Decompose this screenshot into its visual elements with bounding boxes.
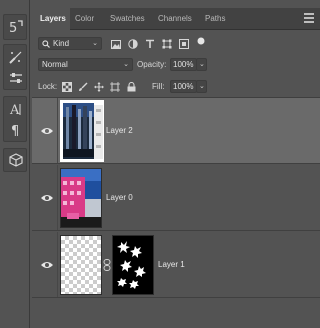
adjustment-filter-icon[interactable] bbox=[127, 38, 139, 50]
chevron-down-icon: ⌄ bbox=[199, 61, 205, 68]
paragraph-icon[interactable]: ¶ bbox=[7, 121, 25, 139]
tool-group-3d bbox=[3, 148, 27, 172]
opacity-dropdown[interactable]: ⌄ bbox=[196, 58, 207, 71]
opacity-label: Opacity: bbox=[137, 60, 167, 69]
tab-swatches[interactable]: Swatches bbox=[110, 8, 145, 30]
filter-toggle-icon[interactable] bbox=[195, 35, 207, 47]
mask-link-icon[interactable] bbox=[103, 259, 111, 271]
lock-transparent-icon[interactable] bbox=[61, 81, 73, 93]
layer-thumbnail bbox=[60, 235, 102, 295]
brush-settings-icon[interactable] bbox=[7, 48, 25, 66]
type-filter-icon[interactable] bbox=[144, 38, 156, 50]
tool-group-adjust bbox=[3, 44, 27, 90]
kind-label: Kind bbox=[53, 39, 70, 48]
fill-input[interactable]: 100% bbox=[170, 80, 197, 93]
chevron-down-icon: ⌄ bbox=[92, 40, 98, 47]
layer-row[interactable]: Layer 2 bbox=[32, 98, 320, 164]
lock-all-icon[interactable] bbox=[125, 81, 137, 93]
svg-text:¶: ¶ bbox=[11, 124, 19, 137]
tools-toolbar: 5 A ¶ bbox=[0, 0, 30, 328]
panel-tab-bar: Layers Color Swatches Channels Paths bbox=[32, 8, 320, 31]
layer-thumbnail bbox=[60, 168, 102, 228]
tool-group-type: A ¶ bbox=[3, 96, 27, 142]
layer-name[interactable]: Layer 2 bbox=[106, 126, 133, 136]
image-filter-icon[interactable] bbox=[110, 38, 122, 50]
layer-mask-thumbnail[interactable] bbox=[112, 235, 154, 295]
smart-object-filter-icon[interactable] bbox=[178, 38, 190, 50]
layer-row[interactable]: Layer 1 bbox=[32, 232, 320, 298]
eye-icon[interactable] bbox=[40, 126, 54, 136]
eye-icon[interactable] bbox=[40, 193, 54, 203]
tab-paths[interactable]: Paths bbox=[205, 8, 225, 30]
tab-color[interactable]: Color bbox=[75, 8, 94, 30]
svg-text:A: A bbox=[9, 103, 20, 116]
lock-paint-icon[interactable] bbox=[77, 81, 89, 93]
chevron-down-icon: ⌄ bbox=[123, 61, 129, 68]
layers-panel: Layers Color Swatches Channels Paths Kin… bbox=[32, 0, 320, 328]
search-icon bbox=[42, 40, 50, 48]
fill-label: Fill: bbox=[152, 82, 165, 91]
lock-artboard-icon[interactable] bbox=[109, 81, 121, 93]
layer-row[interactable]: Layer 0 bbox=[32, 165, 320, 231]
layer-filter-kind-select[interactable]: Kind ⌄ bbox=[38, 37, 102, 50]
fill-dropdown[interactable]: ⌄ bbox=[196, 80, 207, 93]
blend-mode-select[interactable]: Normal ⌄ bbox=[38, 58, 133, 71]
shape-filter-icon[interactable] bbox=[161, 38, 173, 50]
lock-label: Lock: bbox=[38, 82, 58, 91]
eye-icon[interactable] bbox=[40, 260, 54, 270]
panel-menu-icon[interactable] bbox=[304, 13, 314, 25]
sliders-icon[interactable] bbox=[7, 69, 25, 87]
blend-mode-value: Normal bbox=[42, 60, 68, 69]
3d-cube-icon[interactable] bbox=[7, 151, 25, 169]
tool-group-history: 5 bbox=[3, 14, 27, 40]
chevron-down-icon: ⌄ bbox=[199, 83, 205, 90]
layer-name[interactable]: Layer 0 bbox=[106, 193, 133, 203]
opacity-input[interactable]: 100% bbox=[170, 58, 197, 71]
svg-text:5: 5 bbox=[9, 21, 17, 35]
character-icon[interactable]: A bbox=[7, 100, 25, 118]
history-brush-icon[interactable]: 5 bbox=[7, 18, 25, 36]
lock-position-icon[interactable] bbox=[93, 81, 105, 93]
layer-thumbnail bbox=[60, 100, 104, 162]
tab-layers[interactable]: Layers bbox=[32, 8, 70, 31]
tab-channels[interactable]: Channels bbox=[158, 8, 192, 30]
layer-name[interactable]: Layer 1 bbox=[158, 260, 185, 270]
